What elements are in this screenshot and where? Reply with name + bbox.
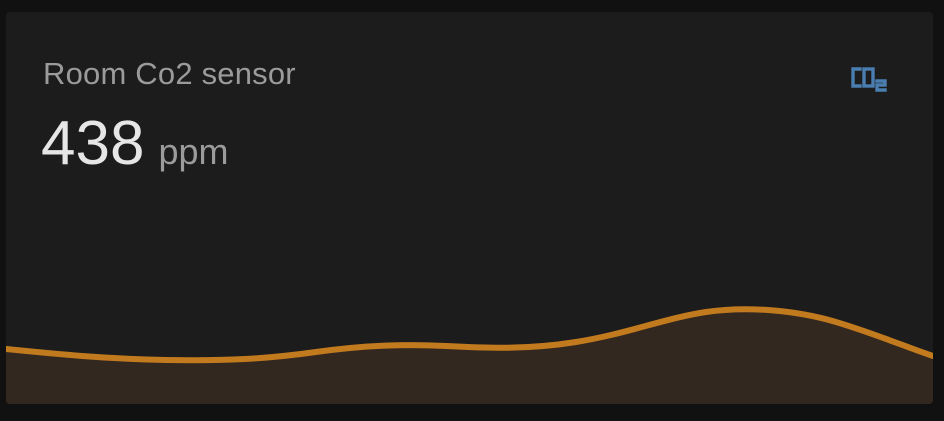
sensor-card[interactable]: Room Co2 sensor 438 ppm	[6, 12, 933, 404]
history-graph	[6, 306, 933, 404]
